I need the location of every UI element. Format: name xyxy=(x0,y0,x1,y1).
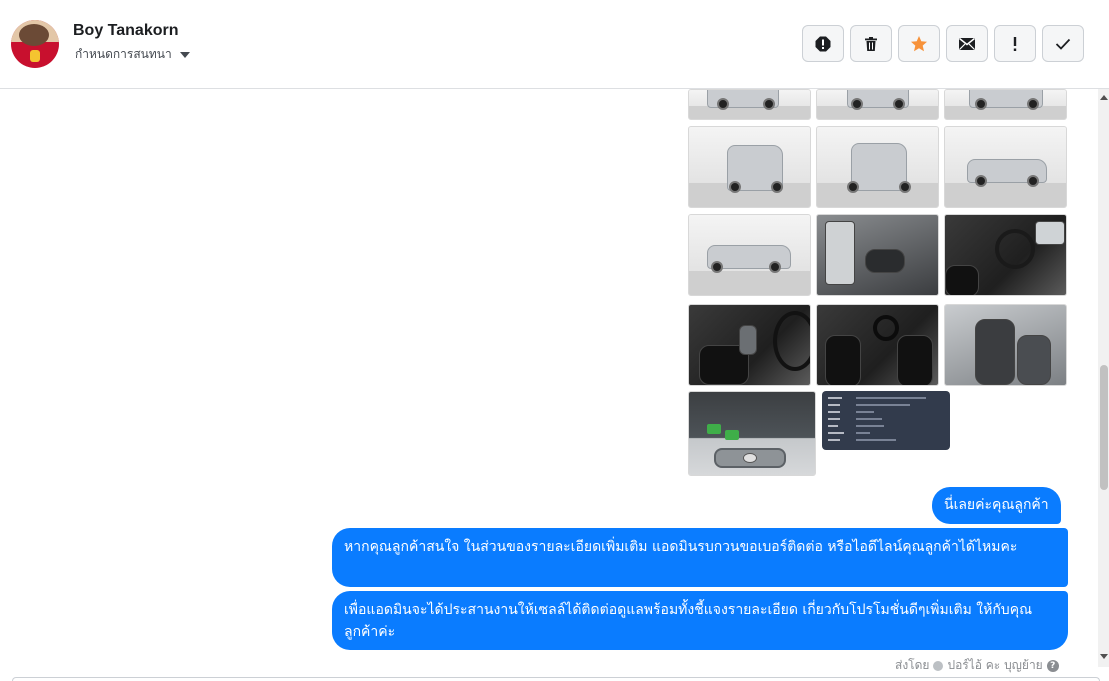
message-text: นี่เลยค่ะคุณลูกค้า xyxy=(944,497,1049,513)
scroll-up-arrow-icon[interactable] xyxy=(1100,95,1108,100)
report-icon xyxy=(815,36,831,51)
sender-avatar-icon xyxy=(933,660,944,671)
conversation-status-label: กำหนดการสนทนา xyxy=(75,47,172,61)
message-scrollbar[interactable] xyxy=(1098,89,1109,667)
photo-door-interior[interactable] xyxy=(816,214,939,296)
mark-unread-button[interactable] xyxy=(946,25,988,62)
scroll-down-arrow-icon[interactable] xyxy=(1100,654,1108,659)
trash-icon xyxy=(865,36,877,51)
photo-rear-left-partial[interactable] xyxy=(944,89,1067,120)
caret-down-icon xyxy=(179,51,190,58)
sent-by-name[interactable]: ปอร์ไอ้ คะ บุญย้าย xyxy=(947,656,1042,675)
contact-name[interactable]: Boy Tanakorn xyxy=(73,22,179,40)
avatar[interactable] xyxy=(11,20,59,68)
conversation-header: Boy Tanakorn กำหนดการสนทนา xyxy=(0,0,1109,89)
message-text: เพื่อแอดมินจะได้ประสานงานให้เซลล์ได้ติดต… xyxy=(344,602,1033,640)
envelope-icon xyxy=(959,37,975,50)
report-button[interactable] xyxy=(802,25,844,62)
spam-button[interactable] xyxy=(994,25,1036,62)
help-icon[interactable]: ? xyxy=(1046,659,1059,672)
check-icon xyxy=(1055,38,1071,50)
conversation-toolbar xyxy=(802,25,1084,62)
photo-gear-console[interactable] xyxy=(688,304,811,386)
photo-dashboard-steering[interactable] xyxy=(944,214,1067,296)
exclamation-icon xyxy=(1013,36,1017,51)
message-bubble[interactable]: เพื่อแอดมินจะได้ประสานงานให้เซลล์ได้ติดต… xyxy=(332,591,1068,650)
message-text: หากคุณลูกค้าสนใจ ในส่วนของรายละเอียดเพิ่… xyxy=(344,539,1018,555)
photo-engine-bay[interactable] xyxy=(688,391,816,476)
scroll-thumb[interactable] xyxy=(1100,365,1108,490)
photo-rear-seats[interactable] xyxy=(944,304,1067,386)
photo-side-right[interactable] xyxy=(944,126,1067,208)
photo-front-seats[interactable] xyxy=(816,304,939,386)
done-button[interactable] xyxy=(1042,25,1084,62)
photo-spec-sheet[interactable] xyxy=(822,391,950,450)
message-bubble[interactable]: หากคุณลูกค้าสนใจ ในส่วนของรายละเอียดเพิ่… xyxy=(332,528,1068,587)
sent-by-note: ส่งโดย ปอร์ไอ้ คะ บุญย้าย ? xyxy=(895,656,1059,675)
sent-by-prefix: ส่งโดย xyxy=(895,658,930,672)
message-composer[interactable] xyxy=(12,677,1100,681)
photo-rear[interactable] xyxy=(816,126,939,208)
star-button[interactable] xyxy=(898,25,940,62)
photo-side-left[interactable] xyxy=(688,214,811,296)
photo-front-left[interactable] xyxy=(688,126,811,208)
star-icon xyxy=(911,35,927,51)
conversation-status-dropdown[interactable]: กำหนดการสนทนา xyxy=(75,45,190,64)
photo-front-left-partial[interactable] xyxy=(688,89,811,120)
photo-front-partial[interactable] xyxy=(816,89,939,120)
message-bubble[interactable]: นี่เลยค่ะคุณลูกค้า xyxy=(932,487,1061,524)
delete-button[interactable] xyxy=(850,25,892,62)
